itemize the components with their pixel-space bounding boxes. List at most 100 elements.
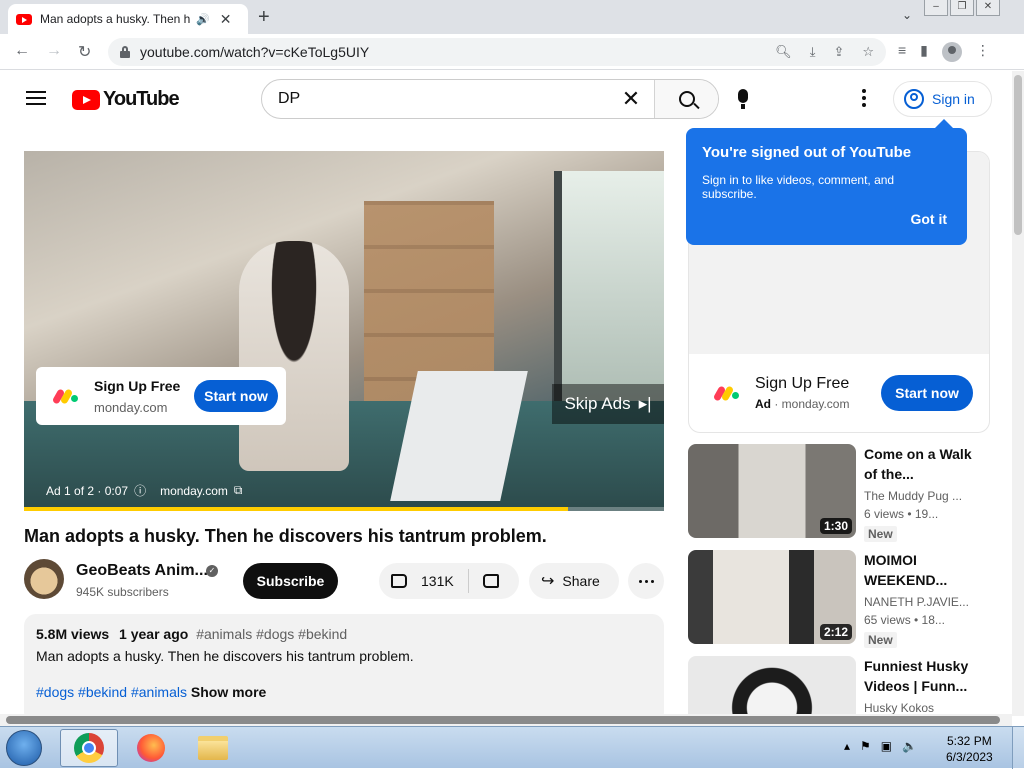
show-more-button[interactable]: Show more: [191, 684, 266, 700]
ad-card-title: Sign Up Free: [94, 377, 181, 394]
description-hashtags[interactable]: #animals #dogs #bekind: [196, 626, 347, 642]
action-center-icon[interactable]: ⚑: [860, 739, 871, 753]
browser-tab[interactable]: Man adopts a husky. Then h 🔊 ✕: [8, 4, 248, 34]
account-icon: [904, 89, 924, 109]
chrome-icon: [74, 733, 104, 763]
volume-icon[interactable]: 🔈: [902, 739, 917, 753]
like-icon[interactable]: [391, 574, 407, 588]
guide-menu-icon[interactable]: [26, 91, 46, 105]
voice-search-icon[interactable]: [738, 89, 748, 109]
recommended-views: 6 views • 19...: [864, 507, 939, 521]
description-text: Man adopts a husky. Then he discovers hi…: [36, 648, 414, 664]
recommended-views: 65 views • 18...: [864, 613, 945, 627]
subscriber-count: 945K subscribers: [76, 585, 169, 599]
video-thumbnail[interactable]: 2:12: [688, 550, 856, 644]
back-icon[interactable]: ←: [14, 42, 30, 60]
recommended-video[interactable]: Funniest Husky Videos | Funn... Husky Ko…: [688, 656, 998, 716]
forward-icon[interactable]: →: [46, 42, 62, 60]
recommended-channel[interactable]: Husky Kokos: [864, 701, 934, 715]
show-desktop-button[interactable]: [1012, 727, 1024, 769]
address-bar[interactable]: youtube.com/watch?v=cKeToLg5UIY 🔍︎ ⤓ ⇪ ☆: [108, 38, 886, 66]
profile-avatar-icon[interactable]: [941, 42, 962, 62]
dislike-icon[interactable]: [482, 574, 499, 588]
external-link-icon: ⧉: [233, 483, 243, 497]
sidebar-ad-domain: · monday.com: [774, 397, 850, 411]
tab-search-icon[interactable]: ⌄: [902, 8, 912, 22]
ad-progress-bar[interactable]: [24, 507, 664, 511]
show-hidden-icons[interactable]: ▴: [844, 739, 850, 753]
sidebar-start-now-button[interactable]: Start now: [881, 375, 973, 411]
got-it-button[interactable]: Got it: [910, 211, 947, 227]
browser-tab-bar: Man adopts a husky. Then h 🔊 ✕ + ⌄ – ❐ ✕: [0, 0, 1024, 34]
channel-avatar[interactable]: [24, 559, 64, 599]
skip-ads-label: Skip Ads: [564, 394, 631, 413]
more-actions-button[interactable]: [628, 563, 664, 599]
side-panel-icon[interactable]: ▮: [920, 42, 928, 62]
zoom-search-icon[interactable]: 🔍︎: [775, 44, 792, 60]
folder-icon: [198, 736, 228, 760]
window-controls: – ❐ ✕: [924, 0, 1000, 16]
scrollbar-thumb[interactable]: [6, 716, 1000, 724]
ad-start-now-button[interactable]: Start now: [194, 380, 278, 412]
view-count: 5.8M views: [36, 626, 110, 642]
share-page-icon[interactable]: ⇪: [833, 44, 844, 60]
subscribe-button[interactable]: Subscribe: [243, 563, 338, 599]
close-tab-icon[interactable]: ✕: [220, 11, 232, 28]
taskbar-firefox[interactable]: [122, 729, 180, 767]
description-tags-bottom[interactable]: #dogs #bekind #animals: [36, 684, 187, 700]
reload-icon[interactable]: ↻: [78, 42, 91, 62]
share-button[interactable]: ↪ Share: [529, 563, 619, 599]
start-button[interactable]: [6, 730, 42, 766]
close-window-button[interactable]: ✕: [976, 0, 1000, 16]
video-thumbnail[interactable]: [688, 656, 856, 716]
recommended-video[interactable]: 1:30 Come on a Walk of the... The Muddy …: [688, 444, 998, 542]
search-button[interactable]: [654, 80, 718, 118]
system-clock[interactable]: 5:32 PM 6/3/2023: [946, 733, 993, 765]
youtube-favicon-icon: [16, 13, 32, 25]
scrollbar-thumb[interactable]: [1014, 75, 1022, 235]
video-thumbnail[interactable]: 1:30: [688, 444, 856, 538]
lock-icon[interactable]: [120, 46, 130, 58]
player-ad-card[interactable]: Sign Up Free monday.com Start now: [36, 367, 286, 425]
recommended-title[interactable]: MOIMOI WEEKEND...: [864, 550, 974, 590]
bookmark-star-icon[interactable]: ☆: [862, 44, 874, 60]
url-text[interactable]: youtube.com/watch?v=cKeToLg5UIY: [140, 44, 369, 60]
youtube-wordmark: YouTube: [103, 88, 180, 110]
recommended-video[interactable]: 2:12 MOIMOI WEEKEND... NANETH P.JAVIE...…: [688, 550, 998, 648]
channel-name[interactable]: GeoBeats Anim...: [76, 562, 208, 580]
install-app-icon[interactable]: ⤓: [810, 44, 816, 60]
tooltip-body: Sign in to like videos, comment, and sub…: [702, 173, 895, 201]
horizontal-scrollbar[interactable]: [0, 714, 1012, 726]
network-icon[interactable]: ▣: [881, 739, 892, 753]
skip-ads-button[interactable]: Skip Ads ▸|: [552, 384, 664, 424]
search-box[interactable]: DP ✕: [261, 79, 719, 119]
taskbar-explorer[interactable]: [184, 729, 242, 767]
minimize-button[interactable]: –: [924, 0, 948, 16]
maximize-button[interactable]: ❐: [950, 0, 974, 16]
settings-menu-icon[interactable]: [862, 89, 866, 110]
clock-date: 6/3/2023: [946, 750, 993, 764]
ad-domain-link[interactable]: monday.com: [160, 484, 228, 498]
description-box[interactable]: 5.8M views 1 year ago #animals #dogs #be…: [24, 614, 664, 716]
ad-info-icon[interactable]: ⓘ: [134, 482, 146, 499]
new-tab-button[interactable]: +: [258, 6, 270, 29]
vertical-scrollbar[interactable]: [1012, 71, 1024, 716]
video-player[interactable]: Sign Up Free monday.com Start now Skip A…: [24, 151, 664, 511]
audio-playing-icon[interactable]: 🔊: [196, 13, 210, 26]
media-control-icon[interactable]: ≡: [898, 42, 906, 62]
youtube-logo[interactable]: YouTube: [72, 88, 180, 111]
recommended-title[interactable]: Come on a Walk of the...: [864, 444, 974, 484]
taskbar-chrome[interactable]: [60, 729, 118, 767]
clear-search-icon[interactable]: ✕: [608, 86, 654, 112]
recommended-title[interactable]: Funniest Husky Videos | Funn...: [864, 656, 974, 696]
share-icon: ↪: [541, 573, 555, 590]
browser-menu-icon[interactable]: ⋮: [976, 42, 990, 62]
sign-in-button[interactable]: Sign in: [893, 81, 992, 117]
like-count[interactable]: 131K: [421, 573, 454, 589]
youtube-play-icon: [72, 89, 100, 110]
recommended-channel[interactable]: NANETH P.JAVIE...: [864, 595, 969, 609]
search-input[interactable]: DP: [262, 90, 608, 108]
sign-in-label: Sign in: [932, 91, 975, 107]
recommended-channel[interactable]: The Muddy Pug ...: [864, 489, 962, 503]
windows-taskbar: ▴ ⚑ ▣ 🔈 5:32 PM 6/3/2023: [0, 726, 1024, 769]
